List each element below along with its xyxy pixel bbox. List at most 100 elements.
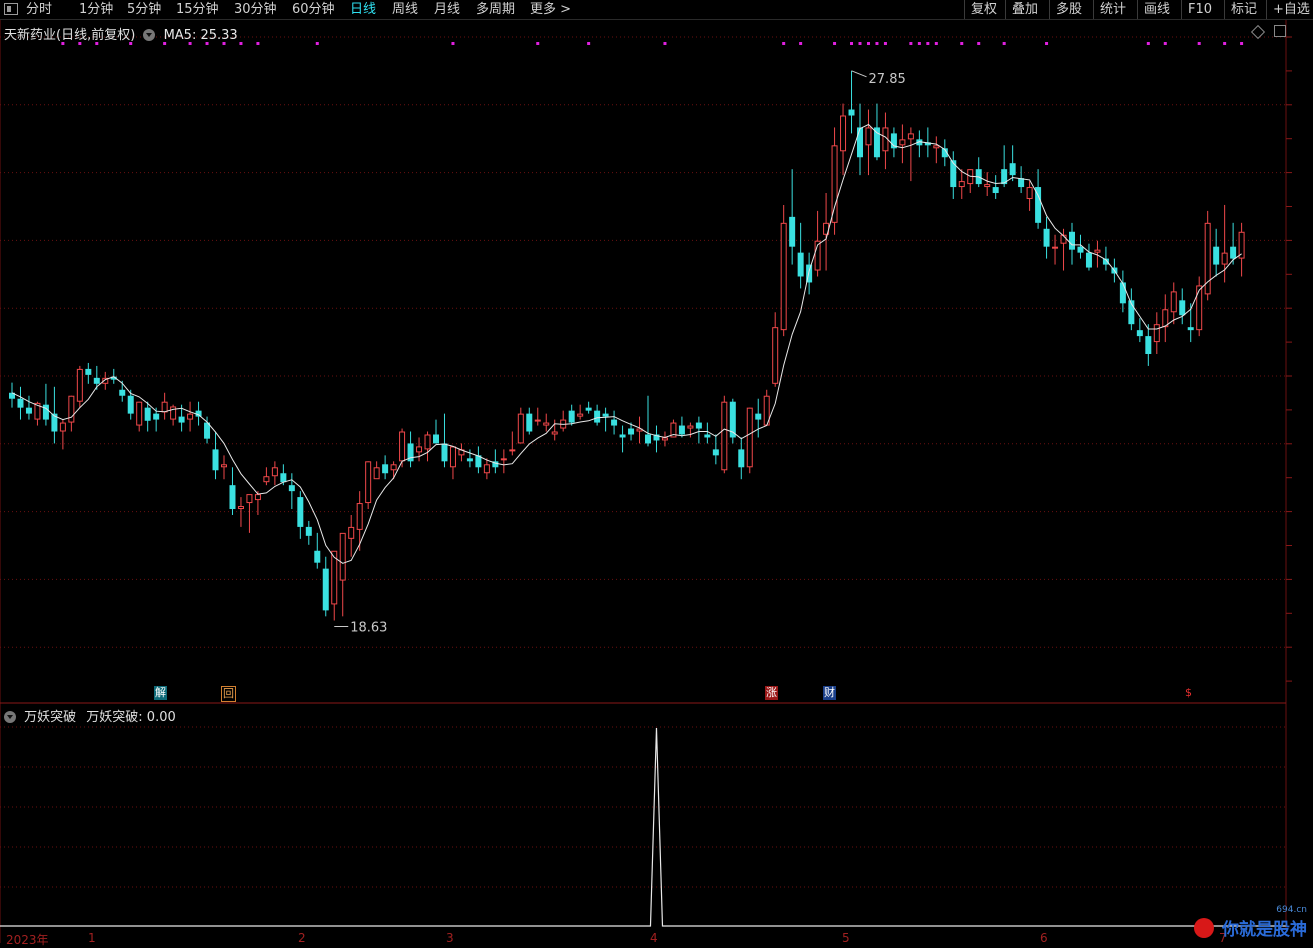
- candle-body: [246, 494, 253, 504]
- candle-body: [857, 127, 863, 158]
- candle-body: [687, 425, 694, 429]
- signal-dot: [875, 42, 879, 45]
- candle-body: [1069, 231, 1075, 250]
- candle: [339, 532, 346, 617]
- candle: [373, 461, 380, 480]
- candle: [721, 395, 728, 474]
- candle-body: [314, 550, 321, 563]
- candle: [390, 461, 397, 480]
- candle-body: [237, 506, 244, 510]
- signal-dot: [1146, 42, 1150, 45]
- candle: [789, 169, 796, 265]
- candle-body: [840, 115, 847, 152]
- candle: [933, 136, 940, 164]
- candle-body: [907, 133, 914, 140]
- candle: [1128, 288, 1135, 331]
- year-label: 2023年: [6, 933, 49, 947]
- candle-body: [721, 401, 728, 471]
- candle-body: [1213, 246, 1220, 265]
- candle: [831, 127, 838, 235]
- candle-body: [517, 413, 524, 444]
- candle-body: [348, 526, 355, 539]
- candle: [1035, 169, 1042, 229]
- signal-dot: [1002, 42, 1006, 45]
- candle-body: [17, 398, 24, 408]
- candle-body: [772, 327, 779, 384]
- candle: [68, 395, 75, 432]
- candle-body: [1026, 187, 1033, 199]
- candle: [585, 401, 592, 414]
- signal-dot: [799, 42, 803, 45]
- candle: [475, 446, 482, 474]
- candle-body: [1094, 249, 1101, 253]
- candle: [967, 169, 974, 194]
- candle: [1170, 282, 1177, 325]
- candle: [899, 124, 906, 164]
- candle-body: [1187, 327, 1194, 331]
- candle: [1026, 181, 1033, 211]
- candle: [9, 382, 15, 408]
- candle: [348, 514, 355, 557]
- candle-body: [848, 109, 855, 116]
- candle: [712, 434, 719, 465]
- candle: [407, 431, 414, 468]
- candle-body: [466, 458, 473, 462]
- candle: [424, 431, 431, 462]
- candle-body: [271, 467, 278, 477]
- signal-dot: [451, 42, 455, 45]
- candle-body: [780, 222, 787, 331]
- candle-body: [933, 145, 940, 149]
- indicator-title[interactable]: 万妖突破: [24, 710, 76, 725]
- candle-body: [509, 449, 516, 452]
- signal-jie[interactable]: 解: [154, 686, 167, 700]
- sub-collapse-icon[interactable]: [4, 711, 16, 723]
- stock-title[interactable]: 天新药业(日线,前复权): [4, 28, 135, 43]
- high-price-label: 27.85: [869, 72, 906, 87]
- candle: [322, 556, 329, 617]
- candle-body: [161, 401, 168, 413]
- candle: [840, 103, 847, 176]
- signal-dot: [833, 42, 837, 45]
- window-icon[interactable]: [1274, 25, 1286, 37]
- signal-dot: [883, 42, 887, 45]
- signal-hui[interactable]: 回: [221, 686, 236, 702]
- candle: [51, 386, 58, 444]
- candle: [288, 473, 295, 510]
- collapse-icon[interactable]: [143, 29, 156, 41]
- candle-body: [577, 413, 584, 417]
- candle: [1136, 318, 1143, 343]
- candle-body: [984, 184, 991, 188]
- signal-dollar[interactable]: $: [1184, 686, 1193, 700]
- candle: [59, 419, 66, 450]
- candle: [1018, 166, 1025, 194]
- candle: [25, 395, 32, 420]
- candle-body: [534, 419, 541, 422]
- candle: [1085, 243, 1092, 271]
- signal-cai[interactable]: 财: [823, 686, 836, 700]
- watermark-logo-icon: [1194, 918, 1215, 938]
- candle-body: [1136, 330, 1143, 337]
- candle-body: [25, 407, 32, 414]
- candle-body: [1162, 309, 1169, 328]
- candle-body: [950, 160, 957, 188]
- watermark-text: 你就是股神: [1222, 920, 1307, 940]
- candle: [161, 392, 168, 420]
- kline-chart[interactable]: 27.85 18.63: [0, 0, 1313, 943]
- candle-body: [704, 434, 711, 438]
- candle: [212, 431, 219, 480]
- high-price-marker: 27.85: [851, 70, 906, 87]
- signal-dot: [239, 42, 243, 45]
- candle-body: [1170, 291, 1177, 313]
- candle: [848, 70, 855, 134]
- candle: [76, 365, 83, 408]
- candle-body: [85, 368, 92, 375]
- signal-zhang[interactable]: 涨: [765, 686, 778, 700]
- candle: [645, 395, 651, 447]
- candle: [661, 431, 668, 447]
- signal-dot: [315, 42, 319, 45]
- candle-body: [1179, 300, 1186, 316]
- candle: [738, 437, 745, 480]
- candle-body: [602, 413, 609, 417]
- candle-body: [483, 464, 490, 474]
- candle-body: [305, 526, 312, 536]
